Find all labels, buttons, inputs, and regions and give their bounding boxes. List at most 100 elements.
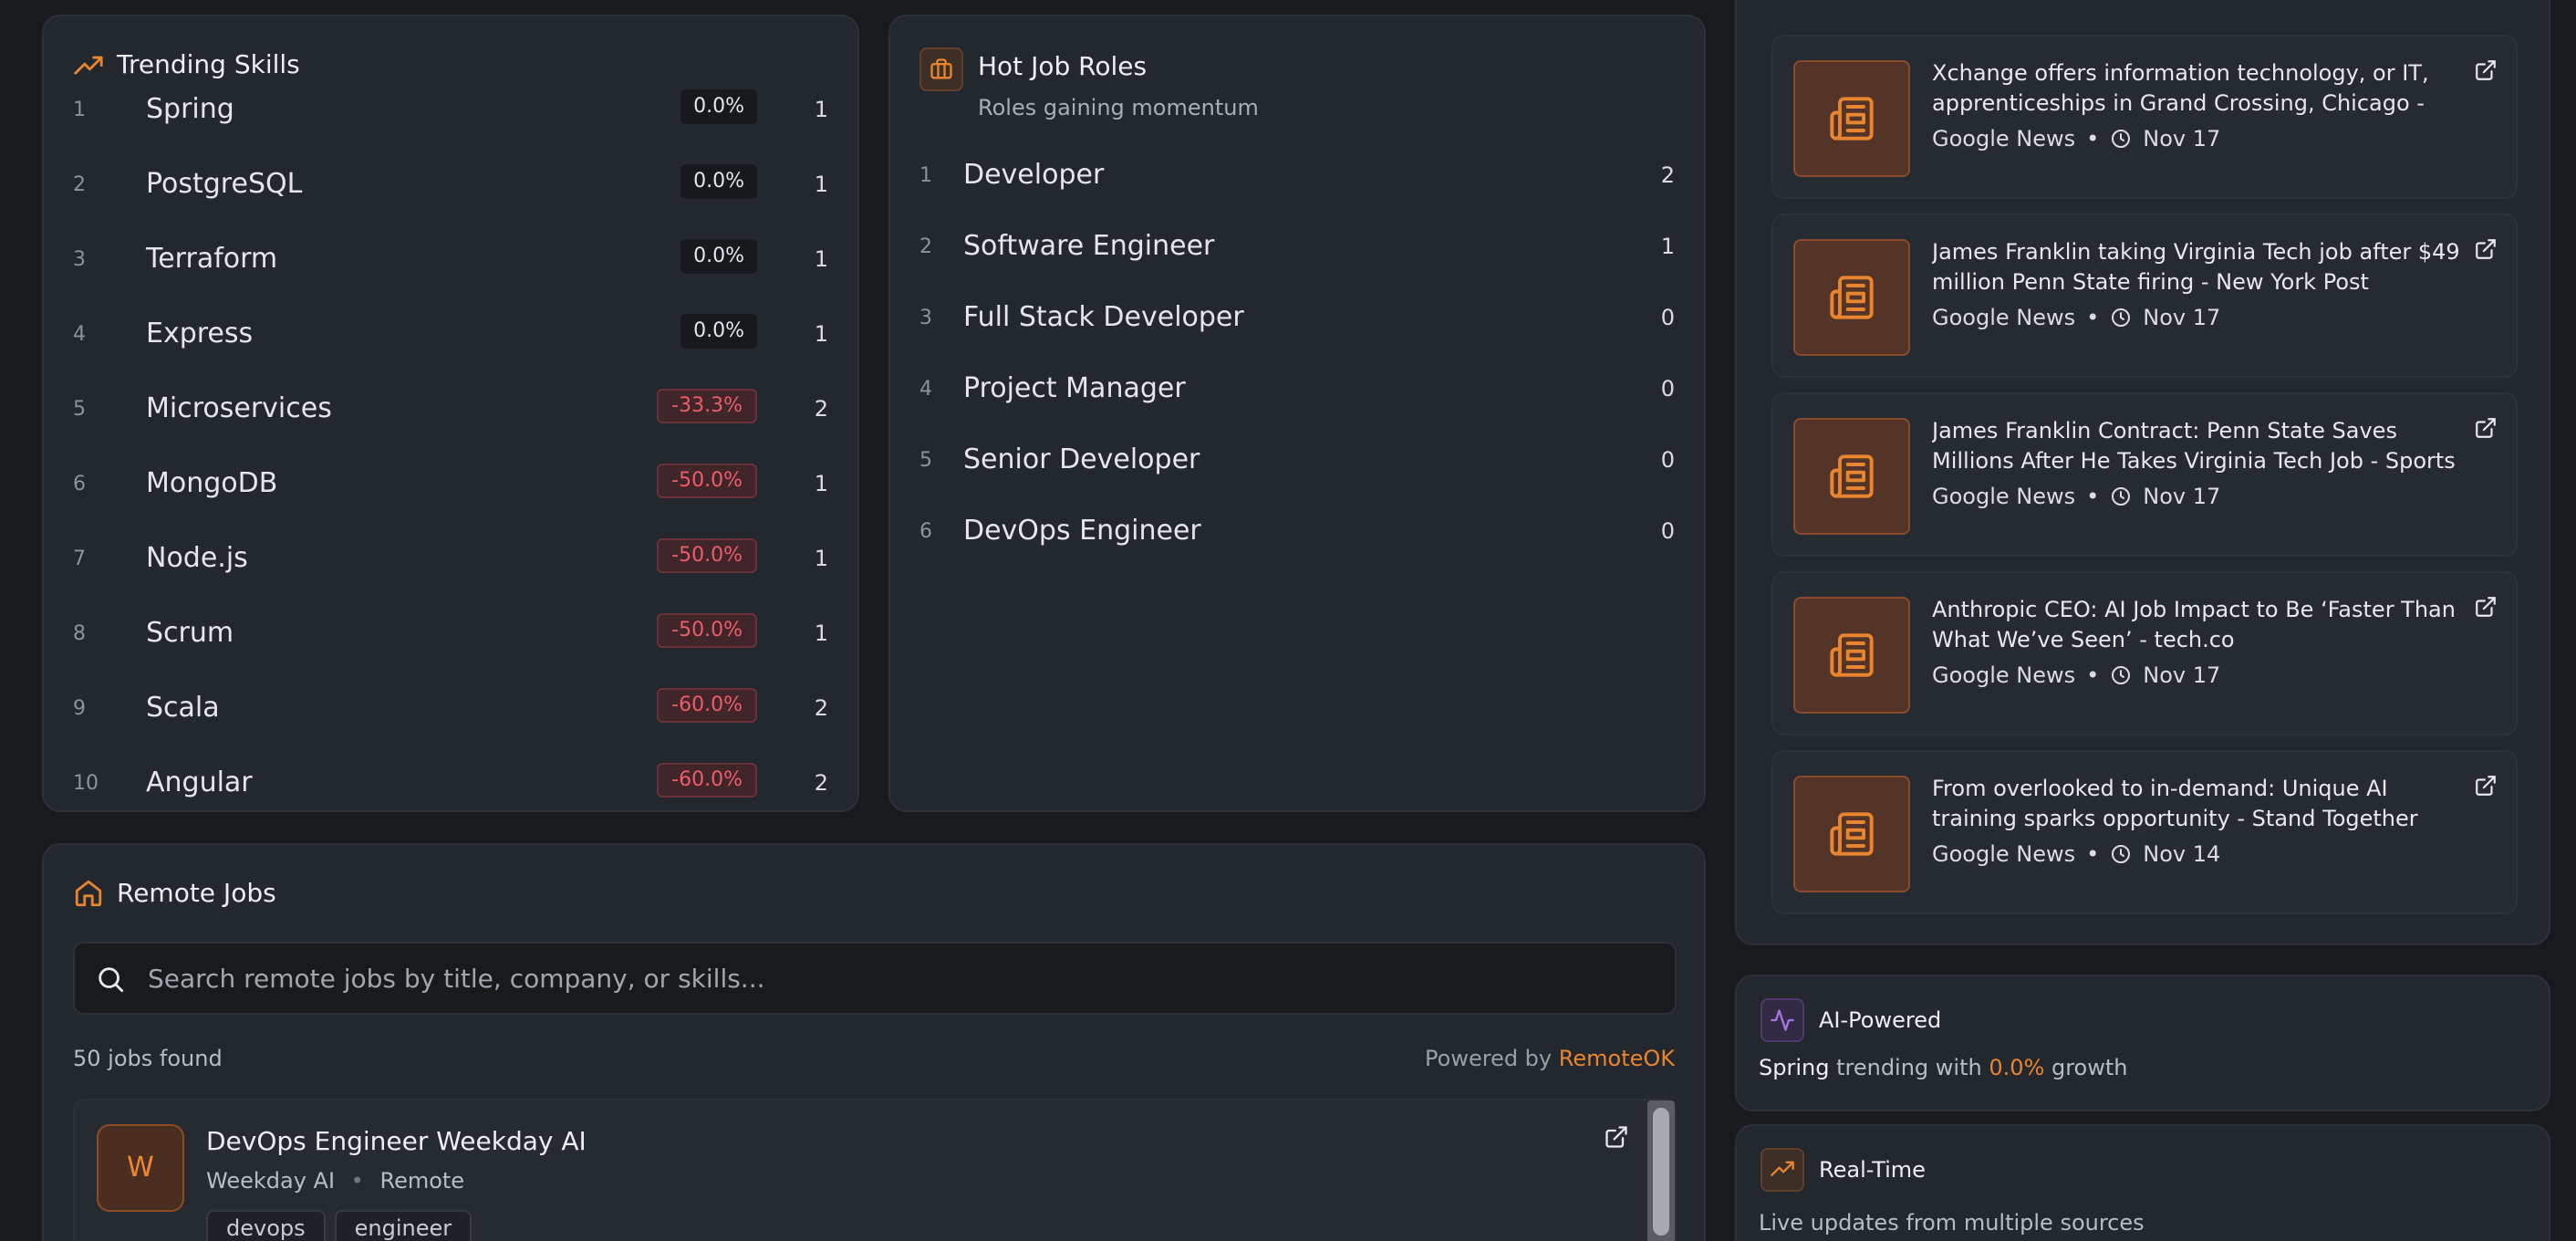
job-tags: devops engineer: [206, 1210, 481, 1241]
clock-icon: [2110, 485, 2132, 507]
skill-row[interactable]: 7 Node.js -50.0% 1: [73, 535, 828, 589]
company-avatar: W: [97, 1124, 184, 1212]
role-count: 1: [1660, 234, 1675, 259]
real-time-card: Real-Time Live updates from multiple sou…: [1735, 1124, 2550, 1241]
separator-dot: •: [2086, 841, 2100, 867]
skill-rank: 10: [73, 772, 99, 795]
news-card: Xchange offers information technology, o…: [1735, 0, 2550, 945]
news-title[interactable]: James Franklin taking Virginia Tech job …: [1932, 237, 2461, 297]
ai-skill: Spring: [1759, 1055, 1830, 1080]
news-meta: Google News • Nov 17: [1932, 484, 2220, 509]
skill-count: 2: [814, 396, 828, 422]
skill-row[interactable]: 3 Terraform 0.0% 1: [73, 235, 828, 290]
external-link-icon[interactable]: [2474, 595, 2498, 622]
skill-row[interactable]: 6 MongoDB -50.0% 1: [73, 460, 828, 515]
news-item[interactable]: Xchange offers information technology, o…: [1771, 35, 2518, 199]
skill-row[interactable]: 5 Microservices -33.3% 2: [73, 385, 828, 440]
news-source: Google News: [1932, 126, 2076, 151]
job-location: Remote: [379, 1168, 465, 1194]
job-tag[interactable]: devops: [206, 1210, 326, 1241]
scrollbar[interactable]: [1647, 1100, 1675, 1241]
job-card[interactable]: W DevOps Engineer Weekday AI Weekday AI …: [73, 1099, 1677, 1241]
skill-row[interactable]: 4 Express 0.0% 1: [73, 310, 828, 365]
news-title[interactable]: From overlooked to in-demand: Unique AI …: [1932, 774, 2461, 834]
skill-count: 1: [814, 546, 828, 571]
activity-icon: [1761, 998, 1804, 1042]
scrollbar-thumb[interactable]: [1653, 1108, 1669, 1236]
news-date: Nov 17: [2143, 305, 2221, 330]
skill-name: MongoDB: [146, 467, 278, 499]
separator-dot: •: [2086, 126, 2100, 151]
powered-by-source-link[interactable]: RemoteOK: [1559, 1046, 1675, 1071]
skill-change-badge: -60.0%: [657, 688, 757, 723]
role-row[interactable]: 1 Developer 2: [919, 155, 1675, 210]
ai-text-mid: trending with: [1836, 1055, 1982, 1080]
skill-name: Scala: [146, 692, 220, 724]
skill-row[interactable]: 2 PostgreSQL 0.0% 1: [73, 161, 828, 215]
skill-change-badge: 0.0%: [680, 314, 757, 349]
skill-row[interactable]: 8 Scrum -50.0% 1: [73, 610, 828, 664]
skill-row[interactable]: 9 Scala -60.0% 2: [73, 684, 828, 739]
external-link-icon[interactable]: [2474, 774, 2498, 801]
role-name: Full Stack Developer: [963, 301, 1244, 333]
job-tag[interactable]: engineer: [334, 1210, 473, 1241]
search-box[interactable]: [73, 942, 1677, 1015]
role-name: Project Manager: [963, 372, 1186, 404]
skill-change-badge: -50.0%: [657, 613, 757, 648]
skill-count: 1: [814, 471, 828, 496]
skill-rank: 7: [73, 548, 86, 570]
news-title[interactable]: Anthropic CEO: AI Job Impact to Be ‘Fast…: [1932, 595, 2461, 655]
news-item[interactable]: Anthropic CEO: AI Job Impact to Be ‘Fast…: [1771, 571, 2518, 735]
skill-row[interactable]: 10 Angular -60.0% 2: [73, 759, 828, 814]
role-row[interactable]: 2 Software Engineer 1: [919, 226, 1675, 281]
news-title[interactable]: James Franklin Contract: Penn State Save…: [1932, 416, 2461, 476]
role-rank: 2: [919, 235, 932, 258]
external-link-icon[interactable]: [2474, 58, 2498, 86]
external-link-icon[interactable]: [2474, 416, 2498, 443]
news-item[interactable]: James Franklin taking Virginia Tech job …: [1771, 214, 2518, 378]
skill-count: 1: [814, 321, 828, 347]
news-source: Google News: [1932, 305, 2076, 330]
news-item[interactable]: From overlooked to in-demand: Unique AI …: [1771, 750, 2518, 914]
briefcase-icon: [919, 47, 963, 91]
skill-rank: 6: [73, 473, 86, 495]
role-row[interactable]: 5 Senior Developer 0: [919, 440, 1675, 495]
role-row[interactable]: 6 DevOps Engineer 0: [919, 511, 1675, 566]
skill-name: Scrum: [146, 617, 234, 649]
clock-icon: [2110, 664, 2132, 686]
skill-row[interactable]: 1 Spring 0.0% 1: [73, 86, 828, 141]
role-row[interactable]: 4 Project Manager 0: [919, 369, 1675, 423]
external-link-icon[interactable]: [2474, 237, 2498, 265]
news-meta: Google News • Nov 17: [1932, 126, 2220, 151]
skill-change-badge: 0.0%: [680, 164, 757, 199]
skill-count: 2: [814, 770, 828, 796]
news-date: Nov 17: [2143, 126, 2221, 151]
skill-name: Terraform: [146, 243, 278, 275]
newspaper-icon: [1793, 597, 1910, 714]
news-source: Google News: [1932, 662, 2076, 688]
jobs-found-count: 50 jobs found: [73, 1046, 223, 1071]
role-rank: 1: [919, 164, 932, 187]
skill-name: Express: [146, 318, 254, 349]
remote-jobs-title: Remote Jobs: [117, 878, 276, 908]
skill-change-badge: -50.0%: [657, 464, 757, 498]
skill-name: Microservices: [146, 392, 332, 424]
news-item[interactable]: James Franklin Contract: Penn State Save…: [1771, 392, 2518, 557]
trending-up-icon: [74, 56, 103, 75]
skill-rank: 9: [73, 697, 86, 720]
news-meta: Google News • Nov 14: [1932, 841, 2220, 867]
external-link-icon[interactable]: [1604, 1124, 1629, 1150]
trending-up-icon: [1761, 1148, 1804, 1192]
news-title[interactable]: Xchange offers information technology, o…: [1932, 58, 2461, 119]
role-name: Software Engineer: [963, 230, 1215, 262]
newspaper-icon: [1793, 60, 1910, 177]
skill-name: Spring: [146, 93, 234, 125]
role-count: 0: [1660, 447, 1675, 473]
job-title[interactable]: DevOps Engineer Weekday AI: [206, 1126, 587, 1156]
role-row[interactable]: 3 Full Stack Developer 0: [919, 297, 1675, 352]
news-meta: Google News • Nov 17: [1932, 305, 2220, 330]
skill-name: Angular: [146, 766, 253, 798]
search-input[interactable]: [148, 960, 1644, 996]
skill-count: 1: [814, 246, 828, 272]
skill-count: 2: [814, 695, 828, 721]
